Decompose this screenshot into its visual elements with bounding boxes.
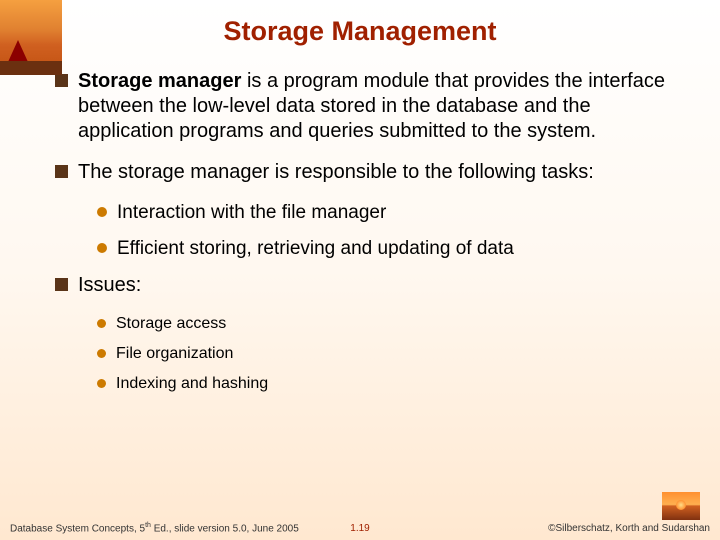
footer-copyright: ©Silberschatz, Korth and Sudarshan xyxy=(370,523,710,534)
footer-sunset-image xyxy=(662,492,700,520)
bullet-item: Storage manager is a program module that… xyxy=(55,69,690,144)
bullet-text: The storage manager is responsible to th… xyxy=(78,160,594,185)
bullet-bold-lead: Storage manager xyxy=(78,70,241,92)
square-bullet-icon xyxy=(55,74,68,87)
bullet-text: Storage manager is a program module that… xyxy=(78,69,690,144)
sub-item: File organization xyxy=(97,344,690,364)
sub-text: Indexing and hashing xyxy=(116,374,268,394)
slide-content: Storage manager is a program module that… xyxy=(0,69,720,394)
sub-item: Storage access xyxy=(97,314,690,334)
bullet-item: The storage manager is responsible to th… xyxy=(55,160,690,185)
round-bullet-icon xyxy=(97,243,107,253)
round-bullet-icon xyxy=(97,319,106,328)
slide-title: Storage Management xyxy=(0,0,720,69)
footer-left-pre: Database System Concepts, 5 xyxy=(10,523,145,534)
bullet-text: Issues: xyxy=(78,273,141,298)
bullet-item: Issues: xyxy=(55,273,690,298)
sub-text: Efficient storing, retrieving and updati… xyxy=(117,237,514,261)
sub-list: Storage access File organization Indexin… xyxy=(97,314,690,394)
slide-footer: Database System Concepts, 5th Ed., slide… xyxy=(0,522,720,534)
corner-sailboat-image xyxy=(0,0,62,75)
footer-left: Database System Concepts, 5th Ed., slide… xyxy=(10,522,350,534)
sub-text: Storage access xyxy=(116,314,226,334)
round-bullet-icon xyxy=(97,349,106,358)
sub-item: Efficient storing, retrieving and updati… xyxy=(97,237,690,261)
footer-slide-number: 1.19 xyxy=(350,523,369,534)
sub-text: File organization xyxy=(116,344,233,364)
sub-list: Interaction with the file manager Effici… xyxy=(97,201,690,261)
sub-item: Interaction with the file manager xyxy=(97,201,690,225)
square-bullet-icon xyxy=(55,278,68,291)
round-bullet-icon xyxy=(97,207,107,217)
square-bullet-icon xyxy=(55,165,68,178)
round-bullet-icon xyxy=(97,379,106,388)
footer-left-post: Ed., slide version 5.0, June 2005 xyxy=(151,523,299,534)
sub-text: Interaction with the file manager xyxy=(117,201,386,225)
sub-item: Indexing and hashing xyxy=(97,374,690,394)
